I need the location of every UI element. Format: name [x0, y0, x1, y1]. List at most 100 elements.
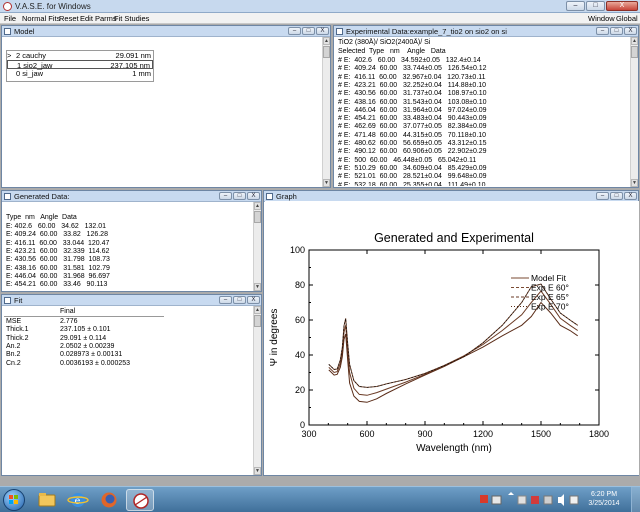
generated-data-window[interactable]: Generated Data: – □ X Type nm Angle Data… — [1, 190, 262, 292]
fit-param-value[interactable]: 29.091 ± 0.114 — [60, 335, 106, 342]
scroll-up-icon[interactable]: ▲ — [323, 37, 330, 45]
windows-explorer-icon[interactable] — [33, 489, 61, 511]
graph-plot-area[interactable]: Generated and Experimental 300 600 900 1200 1… — [265, 201, 639, 475]
close-button[interactable]: X — [247, 296, 260, 304]
maximize-button[interactable]: □ — [586, 1, 605, 11]
generated-data-row[interactable]: E: 454.21 60.00 33.46 90.113 — [6, 281, 107, 288]
model-scrollbar[interactable]: ▲ ▼ — [322, 37, 330, 187]
internet-explorer-icon[interactable]: e — [64, 489, 92, 511]
firefox-icon[interactable] — [95, 489, 123, 511]
experimental-data-row[interactable]: # E: 438.16 60.00 31.543±0.04 103.08±0.1… — [338, 99, 487, 106]
vase-app-icon[interactable] — [3, 2, 12, 11]
generated-data-row[interactable]: E: 416.11 60.00 33.044 120.47 — [6, 240, 109, 247]
fit-param-name[interactable]: An.2 — [6, 343, 20, 350]
fit-param-name[interactable]: Thick.2 — [6, 335, 29, 342]
generated-data-row[interactable]: E: 402.6 60.00 34.62 132.01 — [6, 223, 106, 230]
fit-param-value[interactable]: 2.776 — [60, 318, 78, 325]
menu-fit-studies[interactable]: Fit Studies — [114, 14, 149, 23]
experimental-data-row[interactable]: # E: 500 60.00 46.448±0.05 65.042±0.11 — [338, 157, 476, 164]
generated-data-row[interactable]: E: 423.21 60.00 32.339 114.62 — [6, 248, 109, 255]
vase-taskbar-button[interactable] — [126, 489, 154, 511]
scroll-thumb[interactable] — [254, 211, 261, 223]
fit-param-value[interactable]: 237.105 ± 0.101 — [60, 326, 111, 333]
experimental-data-list[interactable]: TiO2 (380Å)/ SiO2(2400Å)/ Si Selected Ty… — [336, 38, 629, 186]
experimental-data-row[interactable]: # E: 521.01 60.00 28.521±0.04 99.648±0.0… — [338, 173, 487, 180]
menu-normal-fits[interactable]: Normal Fits — [22, 14, 60, 23]
fit-window[interactable]: Fit – □ X Final MSE 2.776 Thick.1 237.105 ±… — [1, 294, 262, 476]
fit-caption[interactable]: Fit – □ X — [2, 295, 261, 306]
model-layer-list[interactable]: > 2 cauchy 29.091 nm 1 sio2_jaw 237.105 … — [6, 50, 154, 82]
close-button[interactable]: X — [624, 192, 637, 200]
experimental-data-row[interactable]: # E: 490.12 60.00 60.906±0.05 22.902±0.2… — [338, 148, 487, 155]
maximize-button[interactable]: □ — [233, 296, 246, 304]
show-desktop-button[interactable] — [631, 487, 640, 512]
scroll-up-icon[interactable]: ▲ — [254, 306, 261, 314]
scroll-thumb[interactable] — [254, 315, 261, 327]
maximize-button[interactable]: □ — [302, 27, 315, 35]
fit-param-value[interactable]: 0.0036193 ± 0.000253 — [60, 360, 130, 367]
experimental-data-row[interactable]: # E: 416.11 60.00 32.967±0.04 120.73±0.1… — [338, 74, 486, 81]
menu-edit-parms[interactable]: Edit Parms — [80, 14, 117, 23]
minimize-button[interactable]: – — [219, 192, 232, 200]
model-layer-row[interactable]: > 2 cauchy 29.091 nm — [7, 51, 153, 60]
minimize-button[interactable]: – — [596, 192, 609, 200]
experimental-data-row[interactable]: # E: 462.69 60.00 37.077±0.05 82.384±0.0… — [338, 123, 487, 130]
experimental-data-row[interactable]: # E: 532.18 60.00 25.355±0.04 111.49±0.1… — [338, 182, 486, 187]
maximize-button[interactable]: □ — [610, 27, 623, 35]
fit-param-name[interactable]: Thick.1 — [6, 326, 29, 333]
menu-file[interactable]: File — [4, 14, 16, 23]
scroll-down-icon[interactable]: ▼ — [254, 467, 261, 475]
close-button[interactable]: X — [316, 27, 329, 35]
scroll-down-icon[interactable]: ▼ — [631, 179, 638, 187]
fit-param-value[interactable]: 0.028973 ± 0.00131 — [60, 351, 122, 358]
experimental-data-caption[interactable]: Experimental Data:example_7_tio2 on sio2… — [334, 26, 638, 37]
fit-param-name[interactable]: Bn.2 — [6, 351, 20, 358]
generated-data-row[interactable]: E: 446.04 60.00 31.968 96.697 — [6, 273, 110, 280]
scroll-thumb[interactable] — [631, 46, 638, 58]
start-button[interactable] — [3, 489, 25, 511]
experimental-scrollbar[interactable]: ▲ ▼ — [630, 37, 638, 187]
close-button[interactable]: X — [247, 192, 260, 200]
minimize-button[interactable]: – — [566, 1, 585, 11]
minimize-button[interactable]: – — [288, 27, 301, 35]
generated-data-caption[interactable]: Generated Data: – □ X — [2, 191, 261, 202]
menu-window[interactable]: Window — [588, 14, 615, 23]
fit-param-name[interactable]: MSE — [6, 318, 21, 325]
model-layer-row[interactable]: 0 si_jaw 1 mm — [7, 69, 153, 78]
menu-reset[interactable]: Reset — [59, 14, 79, 23]
maximize-button[interactable]: □ — [610, 192, 623, 200]
experimental-data-row[interactable]: # E: 423.21 60.00 32.252±0.04 114.88±0.1… — [338, 82, 486, 89]
generated-scrollbar[interactable]: ▲ ▼ — [253, 202, 261, 291]
fit-param-name[interactable]: Cn.2 — [6, 360, 21, 367]
experimental-data-row[interactable]: # E: 471.48 60.00 44.315±0.05 70.118±0.1… — [338, 132, 486, 139]
experimental-data-row[interactable]: # E: 430.56 60.00 31.737±0.04 108.97±0.1… — [338, 90, 487, 97]
close-button[interactable]: X — [624, 27, 637, 35]
model-window-caption[interactable]: Model – □ X — [2, 26, 330, 37]
taskbar-clock[interactable]: 6:20 PM 3/25/2014 — [582, 490, 626, 508]
experimental-data-row[interactable]: # E: 446.04 60.00 31.964±0.04 97.024±0.0… — [338, 107, 487, 114]
scroll-thumb[interactable] — [323, 46, 330, 58]
generated-data-list[interactable]: Type nm Angle Data E: 402.6 60.00 34.62 … — [4, 203, 252, 290]
generated-data-row[interactable]: E: 430.56 60.00 31.798 108.73 — [6, 256, 110, 263]
scroll-up-icon[interactable]: ▲ — [631, 37, 638, 45]
maximize-button[interactable]: □ — [233, 192, 246, 200]
generated-data-row[interactable]: E: 409.24 60.00 33.82 126.28 — [6, 231, 108, 238]
model-layer-row[interactable]: 1 sio2_jaw 237.105 nm — [7, 60, 153, 70]
minimize-button[interactable]: – — [219, 296, 232, 304]
fit-scrollbar[interactable]: ▲ ▼ — [253, 306, 261, 475]
experimental-data-row[interactable]: # E: 510.29 60.00 34.609±0.04 85.429±0.0… — [338, 165, 487, 172]
fit-param-value[interactable]: 2.0502 ± 0.00239 — [60, 343, 114, 350]
experimental-data-row[interactable]: # E: 480.62 60.00 56.659±0.05 43.312±0.1… — [338, 140, 487, 147]
experimental-data-row[interactable]: # E: 409.24 60.00 33.744±0.05 126.54±0.1… — [338, 65, 487, 72]
model-window[interactable]: Model – □ X > 2 cauchy 29.091 nm 1 sio2_… — [1, 25, 331, 188]
scroll-down-icon[interactable]: ▼ — [254, 283, 261, 291]
scroll-down-icon[interactable]: ▼ — [323, 179, 330, 187]
generated-data-row[interactable]: E: 438.16 60.00 31.581 102.79 — [6, 265, 110, 272]
fit-results[interactable]: Final MSE 2.776 Thick.1 237.105 ± 0.101 Thic… — [4, 307, 252, 474]
menu-global[interactable]: Global — [616, 14, 638, 23]
minimize-button[interactable]: – — [596, 27, 609, 35]
close-button[interactable]: X — [606, 1, 638, 11]
scroll-up-icon[interactable]: ▲ — [254, 202, 261, 210]
experimental-data-row[interactable]: # E: 402.6 60.00 34.592±0.05 132.4±0.14 — [338, 57, 481, 64]
experimental-data-row[interactable]: # E: 454.21 60.00 33.483±0.04 90.443±0.0… — [338, 115, 487, 122]
